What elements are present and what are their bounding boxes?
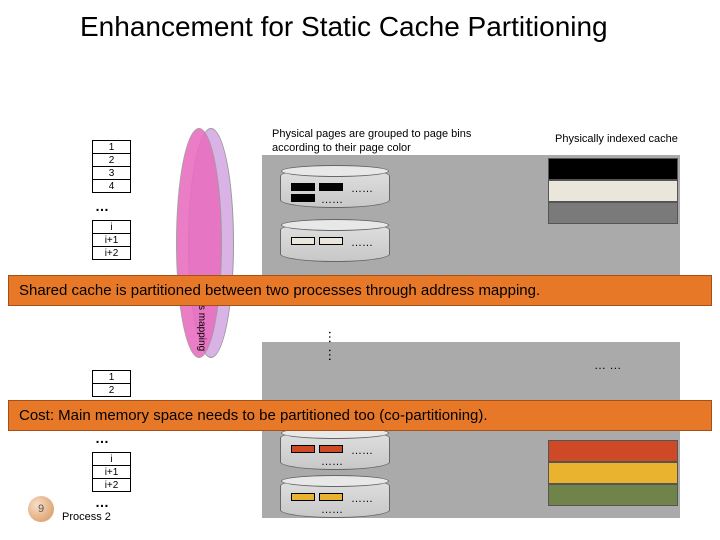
bin-dots: …… — [351, 183, 373, 195]
process1-table-b: i i+1 i+2 — [92, 220, 131, 260]
cache-row — [548, 440, 678, 462]
cell: 3 — [93, 167, 131, 180]
process2-label: Process 2 — [62, 511, 111, 523]
bin-dots: …… — [351, 445, 373, 457]
page-icon — [319, 237, 343, 245]
cell: i+2 — [93, 247, 131, 260]
bin-dots: …… — [321, 456, 343, 468]
page-icon — [319, 445, 343, 453]
cache-row — [548, 158, 678, 180]
page-title: Enhancement for Static Cache Partitionin… — [80, 10, 608, 44]
page-bin: …… …… — [280, 168, 390, 208]
cell: i — [93, 453, 131, 466]
cache-dots: … … — [594, 358, 621, 373]
page-icon — [291, 237, 315, 245]
process2-table-a: 1 2 — [92, 370, 131, 397]
ellipsis: … — [95, 430, 109, 446]
ellipsis: … — [95, 494, 109, 510]
bin-dots: …… — [321, 504, 343, 516]
mapping-label: ss mapping — [196, 300, 207, 351]
cache-row — [548, 462, 678, 484]
cell: i+2 — [93, 479, 131, 492]
cell: 2 — [93, 154, 131, 167]
page-icon — [291, 183, 315, 191]
page-icon — [319, 183, 343, 191]
page-icon — [291, 493, 315, 501]
page-icon — [291, 194, 315, 202]
cell: 1 — [93, 141, 131, 154]
ellipsis: … — [95, 198, 109, 214]
vertical-dots: … … — [326, 330, 342, 362]
page-bin: …… …… — [280, 430, 390, 470]
caption-pagebins: Physical pages are grouped to page bins … — [272, 128, 502, 156]
bin-dots: …… — [351, 493, 373, 505]
cell: 4 — [93, 180, 131, 193]
cell: i+1 — [93, 234, 131, 247]
cell: i+1 — [93, 466, 131, 479]
slide-number: 9 — [28, 496, 54, 522]
page-bin: …… …… — [280, 478, 390, 518]
cache-row — [548, 484, 678, 506]
bin-dots: …… — [321, 194, 343, 206]
cell: i — [93, 221, 131, 234]
page-bin: …… — [280, 222, 390, 262]
process2-table-b: i i+1 i+2 — [92, 452, 131, 492]
process1-table-a: 1 2 3 4 — [92, 140, 131, 193]
page-icon — [319, 493, 343, 501]
cache-row — [548, 180, 678, 202]
cell: 2 — [93, 384, 131, 397]
banner-cost: Cost: Main memory space needs to be part… — [8, 400, 712, 431]
cell: 1 — [93, 371, 131, 384]
banner-shared: Shared cache is partitioned between two … — [8, 275, 712, 306]
bin-dots: …… — [351, 237, 373, 249]
cache-row — [548, 202, 678, 224]
page-icon — [291, 445, 315, 453]
caption-cache: Physically indexed cache — [555, 133, 678, 147]
